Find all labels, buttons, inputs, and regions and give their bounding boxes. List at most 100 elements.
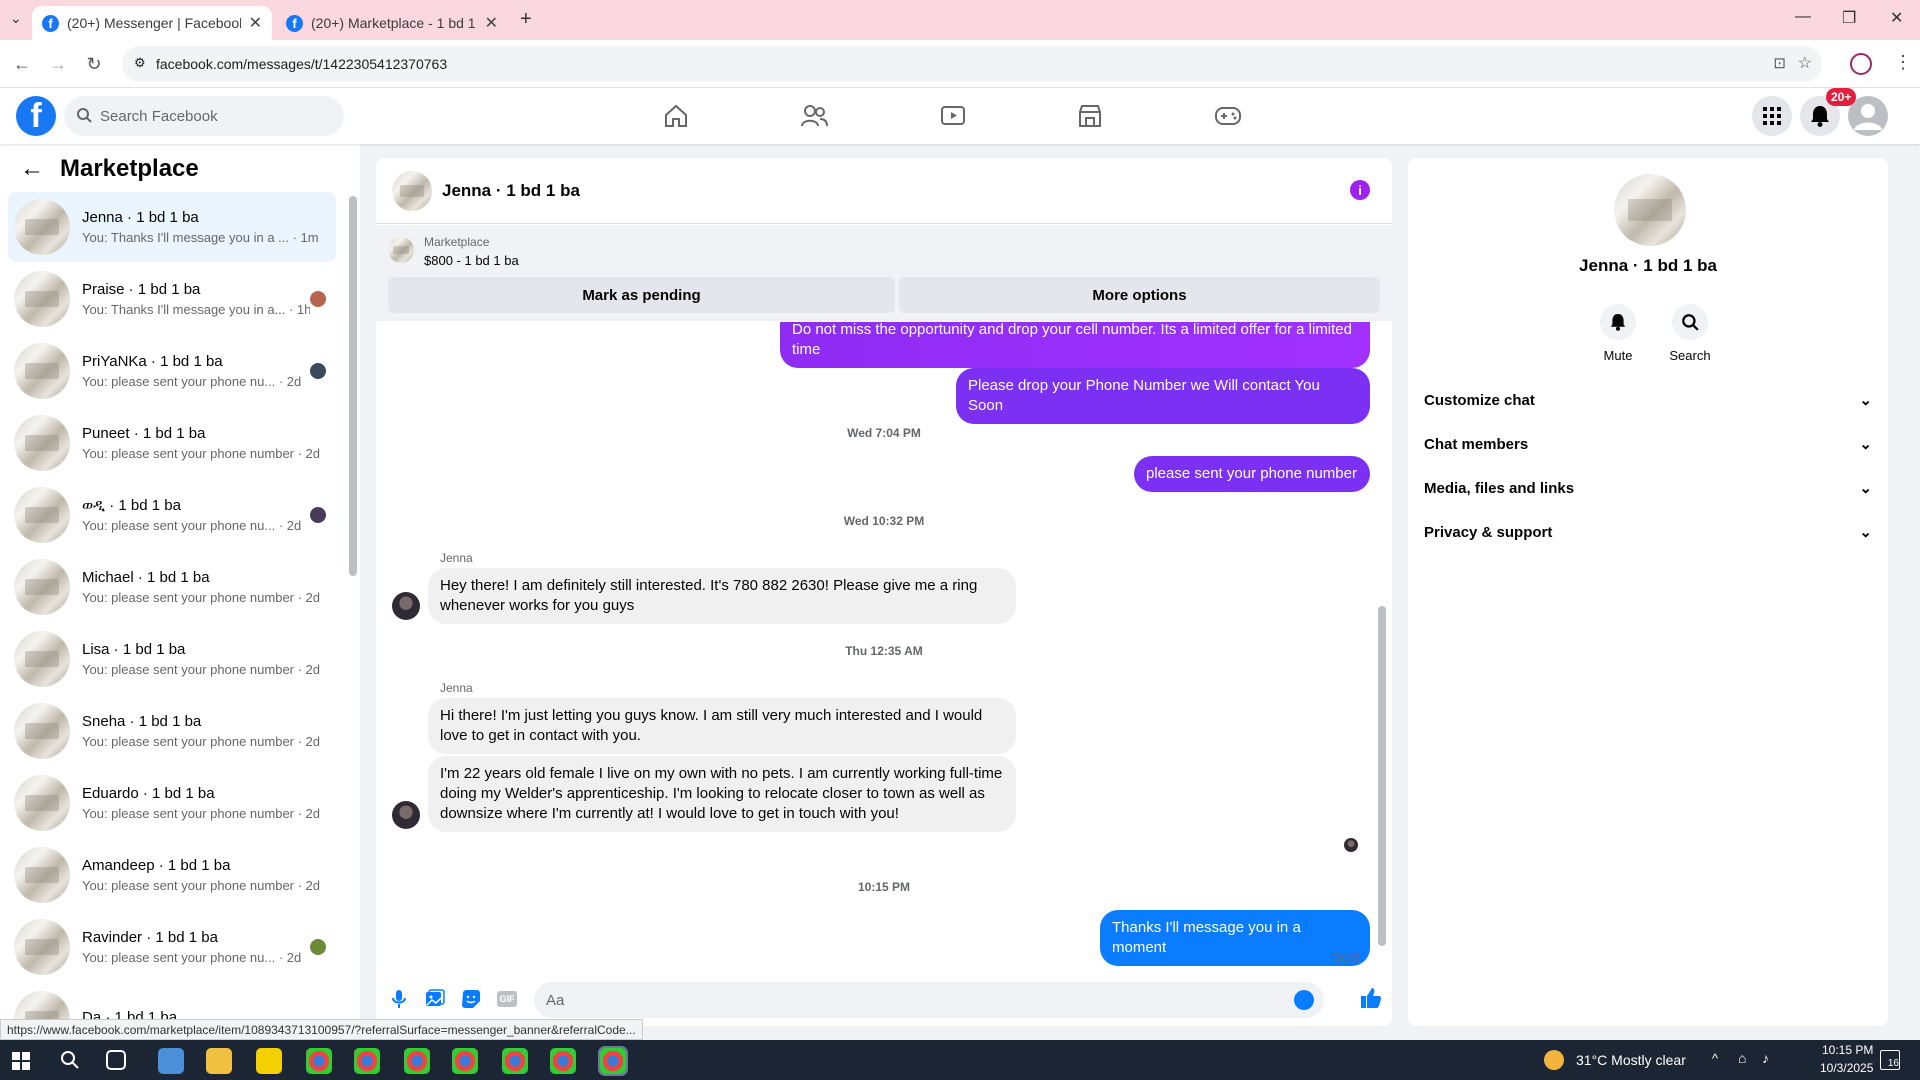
- task-view-icon[interactable]: [106, 1050, 126, 1070]
- search-in-chat-button[interactable]: Search: [1660, 304, 1720, 363]
- bookmark-star-icon[interactable]: ☆: [1798, 53, 1812, 73]
- marketplace-icon[interactable]: [1074, 100, 1106, 132]
- minimize-icon[interactable]: —: [1795, 8, 1811, 26]
- info-icon[interactable]: i: [1350, 180, 1370, 200]
- sticky-notes-icon[interactable]: [256, 1048, 282, 1074]
- app-icon[interactable]: [158, 1048, 184, 1074]
- close-tab-icon[interactable]: ✕: [485, 13, 498, 33]
- incoming-message[interactable]: I'm 22 years old female I live on my own…: [428, 756, 1016, 832]
- home-icon[interactable]: [660, 100, 692, 132]
- weather-icon[interactable]: [1544, 1050, 1564, 1070]
- conversation-item[interactable]: Puneet · 1 bd 1 ba You: please sent your …: [8, 408, 336, 478]
- weather-text[interactable]: 31°C Mostly clear: [1576, 1052, 1686, 1068]
- chrome-icon[interactable]: [550, 1048, 576, 1074]
- tab-search-icon[interactable]: ⌄: [10, 10, 22, 27]
- privacy-support-row[interactable]: Privacy & support ⌄: [1424, 510, 1872, 554]
- restore-icon[interactable]: ❐: [1842, 8, 1856, 28]
- sidebar-scrollbar[interactable]: [349, 196, 357, 576]
- tab-marketplace[interactable]: f (20+) Marketplace - 1 bd 1 ba ✕: [276, 6, 508, 40]
- conversation-item[interactable]: ወዲ · 1 bd 1 ba You: please sent your phon…: [8, 480, 336, 550]
- network-icon[interactable]: ⌂: [1738, 1050, 1746, 1066]
- back-icon[interactable]: ←: [10, 52, 34, 76]
- gif-icon[interactable]: GIF: [496, 988, 518, 1010]
- file-explorer-icon[interactable]: [206, 1048, 232, 1074]
- chrome-icon-active[interactable]: [598, 1046, 628, 1076]
- facebook-logo-icon[interactable]: f: [16, 96, 56, 136]
- chat-scrollbar[interactable]: [1378, 606, 1386, 946]
- chat-avatar[interactable]: [392, 170, 432, 211]
- gaming-icon[interactable]: [1212, 100, 1244, 132]
- outgoing-message[interactable]: please sent your phone number: [1134, 456, 1370, 492]
- microphone-icon[interactable]: [388, 988, 410, 1010]
- chrome-icon[interactable]: [306, 1048, 332, 1074]
- outgoing-message[interactable]: Do not miss the opportunity and drop you…: [780, 322, 1370, 368]
- message-input[interactable]: Aa: [534, 982, 1324, 1018]
- close-tab-icon[interactable]: ✕: [249, 13, 262, 33]
- conversation-item[interactable]: Amandeep · 1 bd 1 ba You: please sent you…: [8, 840, 336, 910]
- info-avatar[interactable]: [1614, 174, 1686, 246]
- media-files-links-row[interactable]: Media, files and links ⌄: [1424, 466, 1872, 510]
- reload-icon[interactable]: ↻: [82, 52, 106, 76]
- back-arrow-icon[interactable]: ←: [20, 155, 44, 183]
- chrome-icon[interactable]: [452, 1048, 478, 1074]
- marketplace-chat-list: ← Marketplace Jenna · 1 bd 1 ba You: Than…: [0, 144, 360, 1040]
- incoming-message[interactable]: Hi there! I'm just letting you guys know…: [428, 698, 1016, 754]
- conversation-item[interactable]: PriYaNKa · 1 bd 1 ba You: please sent you…: [8, 336, 336, 406]
- chrome-icon[interactable]: [354, 1048, 380, 1074]
- listing-thumbnail[interactable]: [388, 237, 414, 263]
- read-receipt-avatar: [310, 939, 326, 955]
- install-icon[interactable]: ⊡: [1773, 54, 1786, 72]
- volume-icon[interactable]: ♪: [1762, 1050, 1769, 1066]
- conversation-preview: You: please sent your phone nu... · 2d: [82, 950, 302, 965]
- incoming-message[interactable]: Hey there! I am definitely still interes…: [428, 568, 1016, 624]
- emoji-icon[interactable]: [1294, 990, 1314, 1010]
- search-facebook-input[interactable]: Search Facebook: [64, 96, 344, 136]
- windows-start-icon[interactable]: [12, 1052, 30, 1070]
- chevron-down-icon: ⌄: [1859, 436, 1872, 453]
- site-info-icon[interactable]: ⚙: [134, 55, 146, 71]
- photo-icon[interactable]: [424, 988, 446, 1010]
- tray-chevron-icon[interactable]: ^: [1712, 1051, 1718, 1066]
- conversation-item[interactable]: Lisa · 1 bd 1 ba You: please sent your ph…: [8, 624, 336, 694]
- clock-date[interactable]: 10/3/2025: [1820, 1061, 1873, 1075]
- url-field[interactable]: ⚙ facebook.com/messages/t/14223054123707…: [122, 46, 1822, 82]
- conversation-item[interactable]: Sneha · 1 bd 1 ba You: please sent your p…: [8, 696, 336, 766]
- conversation-item[interactable]: Ravinder · 1 bd 1 ba You: please sent you…: [8, 912, 336, 982]
- sticker-icon[interactable]: [460, 988, 482, 1010]
- conversation-item[interactable]: Jenna · 1 bd 1 ba You: Thanks I'll messag…: [8, 192, 336, 262]
- outgoing-message[interactable]: Thanks I'll message you in a moment: [1100, 910, 1370, 966]
- mark-as-pending-button[interactable]: Mark as pending: [388, 277, 895, 313]
- mute-button[interactable]: Mute: [1588, 304, 1648, 363]
- menu-dots-icon[interactable]: ⋮: [1894, 52, 1912, 73]
- new-tab-icon[interactable]: +: [520, 8, 532, 31]
- forward-icon[interactable]: →: [46, 52, 70, 76]
- friends-icon[interactable]: [798, 100, 830, 132]
- more-options-button[interactable]: More options: [899, 277, 1380, 313]
- chat-title[interactable]: Jenna · 1 bd 1 ba: [442, 181, 580, 201]
- taskbar-search-icon[interactable]: [60, 1050, 80, 1070]
- close-window-icon[interactable]: ✕: [1890, 8, 1903, 28]
- like-thumbs-up-icon[interactable]: [1359, 986, 1383, 1010]
- conversation-item[interactable]: Michael · 1 bd 1 ba You: please sent your…: [8, 552, 336, 622]
- conversation-item[interactable]: Praise · 1 bd 1 ba You: Thanks I'll messa…: [8, 264, 336, 334]
- listing-avatar: [14, 631, 70, 687]
- sender-avatar[interactable]: [392, 592, 420, 620]
- conversation-name: Jenna · 1 bd 1 ba: [82, 209, 199, 226]
- clock-time[interactable]: 10:15 PM: [1822, 1043, 1873, 1057]
- sender-avatar[interactable]: [392, 801, 420, 829]
- conversation-item[interactable]: Eduardo · 1 bd 1 ba You: please sent your…: [8, 768, 336, 838]
- profile-icon[interactable]: [1850, 53, 1872, 75]
- chrome-icon[interactable]: [502, 1048, 528, 1074]
- video-icon[interactable]: [937, 100, 969, 132]
- customize-chat-row[interactable]: Customize chat ⌄: [1424, 378, 1872, 422]
- tab-messenger[interactable]: f (20+) Messenger | Facebook ✕: [32, 6, 272, 40]
- chat-members-row[interactable]: Chat members ⌄: [1424, 422, 1872, 466]
- apps-menu-icon[interactable]: [1752, 96, 1792, 136]
- chrome-icon[interactable]: [404, 1048, 430, 1074]
- conversation-preview: You: please sent your phone number · 2d: [82, 446, 321, 461]
- banner-item[interactable]: $800 - 1 bd 1 ba: [424, 253, 519, 268]
- listing-avatar: [14, 919, 70, 975]
- read-receipt-avatar: [310, 507, 326, 523]
- outgoing-message[interactable]: Please drop your Phone Number we Will co…: [956, 368, 1370, 424]
- notification-center-icon[interactable]: 16: [1880, 1050, 1900, 1070]
